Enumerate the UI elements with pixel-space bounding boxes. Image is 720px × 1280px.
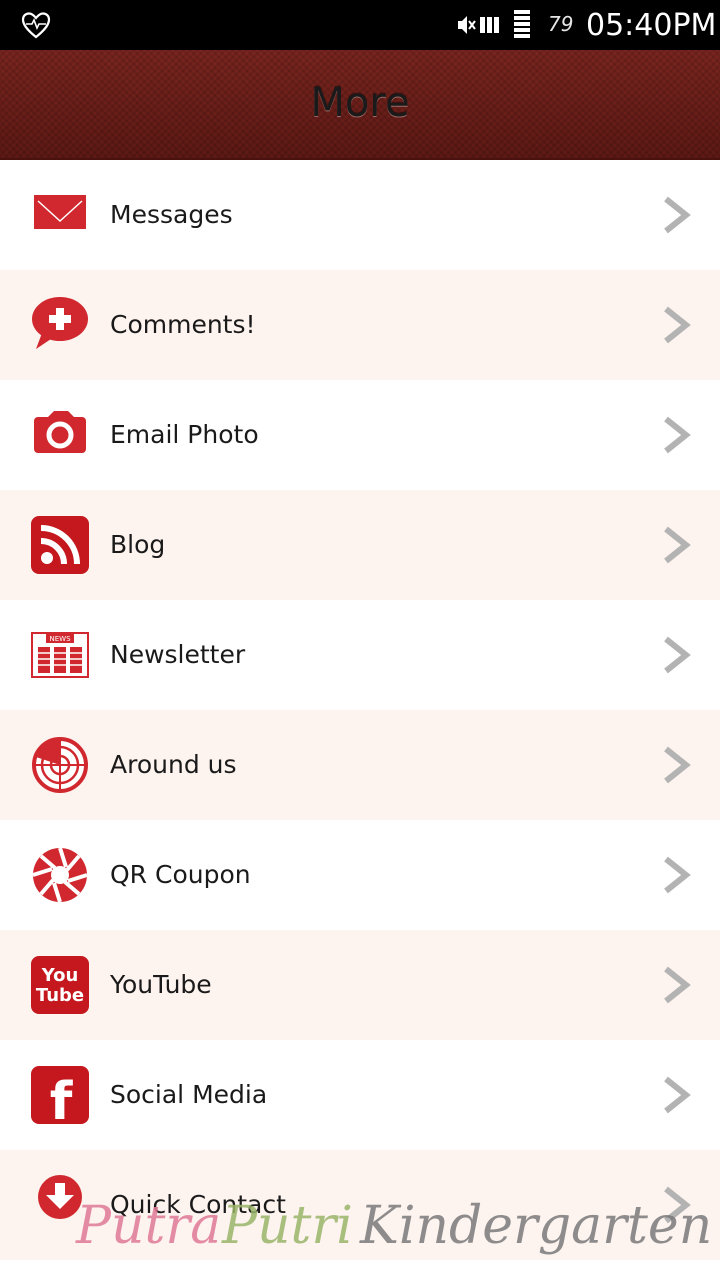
svg-text:Tube: Tube [36, 985, 84, 1006]
menu-item-label: Around us [110, 750, 237, 779]
menu-item-newsletter[interactable]: NEWS Newsletter [0, 600, 720, 710]
menu-item-label: Comments! [110, 310, 256, 339]
camera-icon [34, 411, 86, 453]
menu-item-label: Quick Contact [110, 1190, 286, 1219]
menu-item-label: Messages [110, 200, 233, 229]
menu-item-messages[interactable]: Messages [0, 160, 720, 270]
chevron-right-icon [664, 856, 691, 894]
menu-item-around-us[interactable]: Around us [0, 710, 720, 820]
heart-notification-icon [21, 12, 51, 39]
chevron-right-icon [664, 746, 691, 784]
radar-icon [32, 737, 88, 793]
menu-item-label: Email Photo [110, 420, 259, 449]
chevron-right-icon [664, 526, 691, 564]
menu-item-comments[interactable]: Comments! [0, 270, 720, 380]
svg-text:NEWS: NEWS [49, 635, 71, 643]
youtube-icon: You Tube [31, 956, 89, 1014]
menu-item-email-photo[interactable]: Email Photo [0, 380, 720, 490]
comment-plus-icon [32, 297, 88, 349]
menu-item-qr-coupon[interactable]: QR Coupon [0, 820, 720, 930]
chevron-right-icon [664, 1076, 691, 1114]
status-bar: 79 05:40PM [0, 0, 720, 50]
clock: 05:40PM [586, 8, 717, 43]
menu-item-quick-contact[interactable]: Quick Contact [0, 1150, 720, 1260]
menu-item-label: Blog [110, 530, 166, 559]
facebook-icon: f [31, 1066, 89, 1125]
battery-icon [514, 10, 530, 38]
chevron-right-icon [664, 966, 691, 1004]
chevron-right-icon [664, 416, 691, 454]
svg-text:You: You [41, 965, 79, 986]
title-bar: More [0, 50, 720, 160]
menu-item-blog[interactable]: Blog [0, 490, 720, 600]
battery-level: 79 [548, 12, 574, 36]
page-title: More [310, 80, 410, 126]
rss-icon [31, 516, 89, 574]
mute-signal-icon [458, 16, 499, 34]
menu-item-youtube[interactable]: You Tube YouTube [0, 930, 720, 1040]
aperture-icon [32, 847, 88, 903]
menu-item-label: YouTube [110, 970, 212, 999]
menu-item-label: Social Media [110, 1080, 268, 1109]
svg-text:f: f [50, 1072, 74, 1125]
download-icon [38, 1175, 82, 1219]
chevron-right-icon [664, 1186, 691, 1224]
chevron-right-icon [664, 306, 691, 344]
menu-item-label: Newsletter [110, 640, 246, 669]
menu-item-social-media[interactable]: f Social Media [0, 1040, 720, 1150]
newspaper-icon: NEWS [31, 632, 89, 678]
menu-item-label: QR Coupon [110, 860, 251, 889]
menu-list: Messages Comments! Email Photo Blog NEWS… [0, 160, 720, 1260]
chevron-right-icon [664, 636, 691, 674]
envelope-icon [34, 195, 86, 229]
chevron-right-icon [664, 196, 691, 234]
